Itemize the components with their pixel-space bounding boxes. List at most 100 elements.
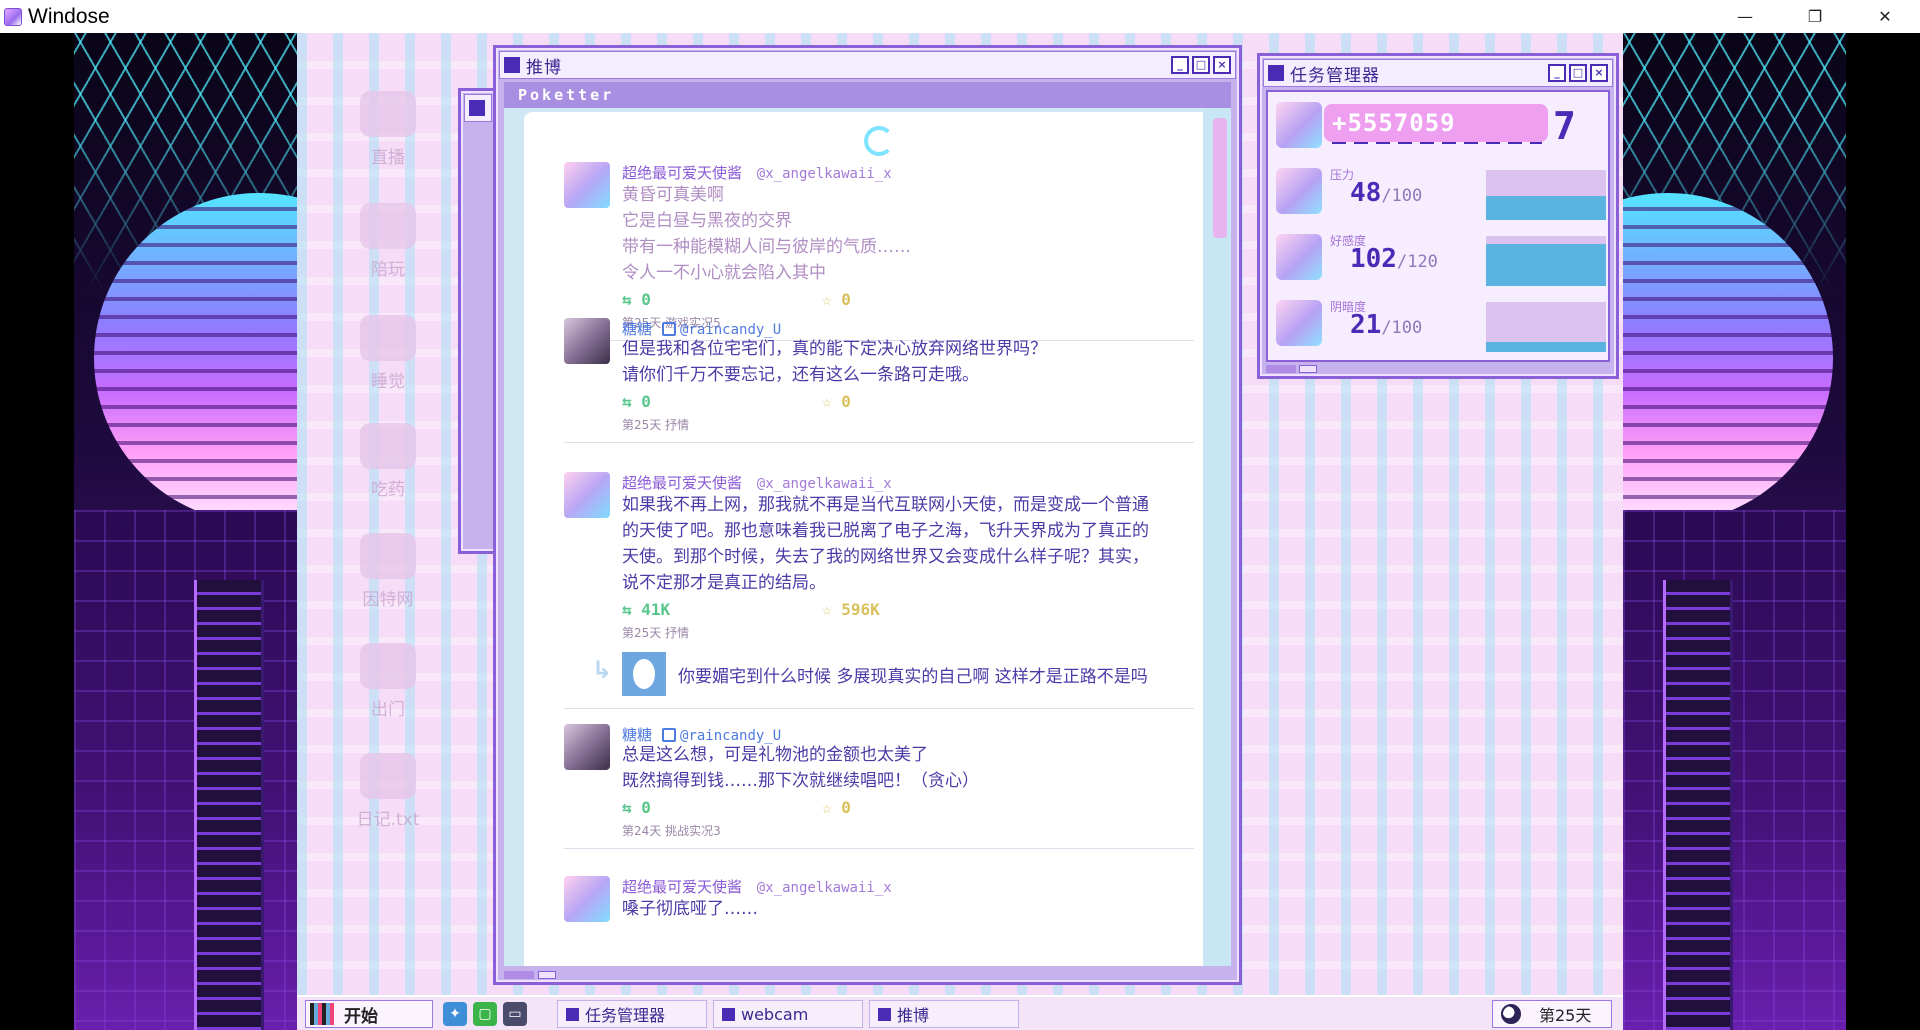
desktop-icon-go-out[interactable]: 出门 — [333, 643, 443, 720]
followers-delta: +5557059 — [1324, 104, 1548, 142]
maximize-button[interactable]: □ — [1192, 56, 1210, 74]
character-face-icon — [1276, 168, 1322, 214]
post-line: 带有一种能模糊人间与彼岸的气质…… — [622, 237, 911, 257]
taskbar-item-webcam[interactable]: webcam — [713, 1000, 863, 1028]
avatar[interactable] — [564, 318, 610, 364]
stat-bar — [1486, 236, 1606, 286]
desktop-icon-label: 日记.txt — [356, 810, 420, 830]
window-titlebar[interactable] — [464, 94, 492, 122]
like-count[interactable]: ☆ 0 — [822, 392, 851, 411]
post-author[interactable]: 超绝最可爱天使酱 — [622, 164, 742, 182]
post-text: 但是我和各位宅宅们，真的能下定决心放弃网络世界吗？ 请你们千万不要忘记，还有这么… — [622, 336, 1202, 388]
post-line: 的天使了吧。那也意味着我已脱离了电子之海，飞升天界成为了真正的 — [622, 521, 1149, 541]
retweet-count[interactable]: ⇆ 0 — [622, 392, 651, 411]
retweet-count[interactable]: ⇆ 0 — [622, 798, 651, 817]
desktop-icon-stream[interactable]: 直播 — [333, 91, 443, 168]
desktop-icon-label: 因特网 — [362, 590, 414, 610]
avatar[interactable] — [564, 724, 610, 770]
diary-icon — [360, 753, 416, 799]
post-header: 超绝最可爱天使酱 @x_angelkawaii_x — [622, 876, 892, 897]
like-count[interactable]: ☆ 596K — [822, 600, 880, 619]
poketter-titlebar[interactable]: 推博 _ □ × — [499, 51, 1236, 79]
stat-bar-fill — [1486, 196, 1606, 220]
quick-launch: ✦ ▢ ▭ — [443, 1002, 527, 1026]
like-count[interactable]: ☆ 0 — [822, 798, 851, 817]
post-text: 黄昏可真美啊 它是白昼与黑夜的交界 带有一种能模糊人间与彼岸的气质…… 令人一不… — [622, 182, 1202, 286]
post-header: 超绝最可爱天使酱 @x_angelkawaii_x — [622, 472, 892, 493]
desktop-icon-diary[interactable]: 日记.txt — [333, 753, 443, 830]
character-face-icon — [1276, 234, 1322, 280]
post-text: 如果我不再上网，那我就不再是当代互联网小天使，而是变成一个普通 的天使了吧。那也… — [622, 492, 1202, 596]
taskbar-item-poketter[interactable]: 推博 — [869, 1000, 1019, 1028]
retweet-count[interactable]: ⇆ 0 — [622, 290, 651, 309]
post-line: 但是我和各位宅宅们，真的能下定决心放弃网络世界吗？ — [622, 339, 1047, 359]
monitor-icon[interactable]: ▭ — [503, 1002, 527, 1026]
like-count[interactable]: ☆ 0 — [822, 290, 851, 309]
avatar[interactable] — [564, 472, 610, 518]
post-stats: ⇆ 41K ☆ 596K — [622, 600, 880, 619]
desktop-icon-play[interactable]: 陪玩 — [333, 203, 443, 280]
retweet-count[interactable]: ⇆ 41K — [622, 600, 670, 619]
cable-tower — [1663, 580, 1733, 1030]
post-stats: ⇆ 0 ☆ 0 — [622, 290, 851, 309]
desktop-icon-internet[interactable]: 因特网 — [333, 533, 443, 610]
minimize-button[interactable]: _ — [1548, 64, 1566, 82]
window-icon — [504, 57, 520, 73]
minimize-button[interactable]: — — [1710, 0, 1780, 33]
feed-scrollbar[interactable] — [1203, 108, 1231, 966]
taskmgr-titlebar[interactable]: 任务管理器 _ □ × — [1263, 59, 1613, 87]
reply-avatar[interactable] — [622, 652, 666, 696]
avatar[interactable] — [564, 876, 610, 922]
app-title: Windose — [28, 4, 110, 28]
avatar[interactable] — [564, 162, 610, 208]
close-button[interactable]: × — [1590, 64, 1608, 82]
egg-avatar-icon — [633, 659, 655, 689]
letterbox-left — [0, 33, 74, 1030]
post-line: 天使。到那个时候，失去了我的网络世界又会变成什么样子呢？其实， — [622, 547, 1149, 567]
reply: ↳ 你要媚宅到什么时候 多展现真实的自己啊 这样才是正路不是吗 — [592, 652, 1194, 696]
stat-bar-fill — [1486, 341, 1606, 352]
post-meta: 第25天 抒情 — [622, 418, 690, 432]
close-button[interactable]: × — [1213, 56, 1231, 74]
start-button[interactable]: 开始 — [305, 1000, 433, 1028]
post-handle: @x_angelkawaii_x — [756, 880, 892, 896]
desktop-icon-sleep[interactable]: 睡觉 — [333, 315, 443, 392]
taskbar-item-taskmgr[interactable]: 任务管理器 — [557, 1000, 707, 1028]
stat-row-affection: 好感度 102/120 — [1268, 230, 1608, 292]
background-window[interactable] — [458, 88, 498, 554]
desktop-icon-medicine[interactable]: 吃药 — [333, 423, 443, 500]
stat-value: 48/100 — [1350, 178, 1423, 208]
post-line: 总是这么想，可是礼物池的金额也太美了 — [622, 745, 928, 765]
window-buttons: _ □ × — [1171, 56, 1231, 74]
background-art-right — [1623, 33, 1846, 1030]
post-text: 嗓子彻底哑了…… — [622, 896, 1202, 922]
post-line: 它是白昼与黑夜的交界 — [622, 211, 792, 231]
chat-icon[interactable]: ▢ — [473, 1002, 497, 1026]
taskmgr-window[interactable]: 任务管理器 _ □ × +5557059 7 压力 48/100 好感度 102… — [1257, 53, 1619, 379]
close-button[interactable]: ✕ — [1850, 0, 1920, 33]
scrollbar-thumb[interactable] — [1213, 118, 1227, 238]
taskbar-item-label: 任务管理器 — [585, 1006, 666, 1025]
footer-grip — [1299, 365, 1317, 373]
taskbar-item-label: webcam — [741, 1004, 809, 1024]
feed-area: 超绝最可爱天使酱 @x_angelkawaii_x 黄昏可真美啊 它是白昼与黑夜… — [504, 108, 1231, 966]
lock-icon — [662, 728, 677, 742]
window-buttons: _ □ × — [1548, 64, 1608, 82]
post-author[interactable]: 超绝最可爱天使酱 — [622, 878, 742, 896]
paw-icon — [360, 203, 416, 249]
post-stats: ⇆ 0 ☆ 0 — [622, 798, 851, 817]
window-icon — [878, 1007, 891, 1021]
post-line: 令人一不小心就会陷入其中 — [622, 263, 826, 283]
post-divider — [564, 442, 1194, 443]
post-author[interactable]: 超绝最可爱天使酱 — [622, 474, 742, 492]
desktop-icon-label: 吃药 — [371, 480, 405, 500]
poketter-window[interactable]: 推博 _ □ × Poketter 超绝最可爱天使酱 @x_angelkawai… — [493, 45, 1242, 985]
stat-row-stress: 压力 48/100 — [1268, 164, 1608, 226]
maximize-button[interactable]: □ — [1569, 64, 1587, 82]
footer-grip — [538, 971, 556, 979]
minimize-button[interactable]: _ — [1171, 56, 1189, 74]
day-indicator[interactable]: 第25天 — [1492, 1000, 1612, 1028]
feed-card: 超绝最可爱天使酱 @x_angelkawaii_x 黄昏可真美啊 它是白昼与黑夜… — [524, 112, 1214, 966]
restore-button[interactable]: ❐ — [1780, 0, 1850, 33]
poketter-bird-icon[interactable]: ✦ — [443, 1002, 467, 1026]
